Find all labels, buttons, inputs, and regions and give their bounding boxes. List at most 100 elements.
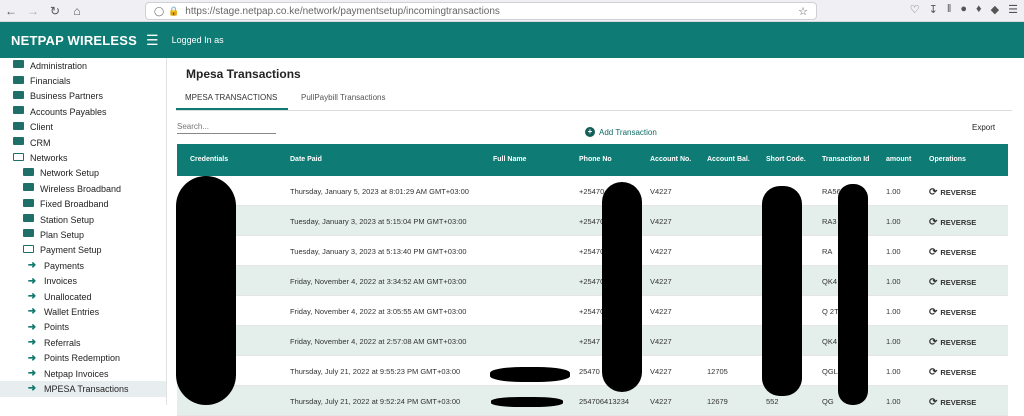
sync-icon: ⟳ xyxy=(929,307,938,318)
reverse-button[interactable]: ⟳ REVERSE xyxy=(929,187,976,198)
sidebar-item-fixed-broadband[interactable]: Fixed Broadband xyxy=(0,197,166,212)
column-header[interactable]: Operations xyxy=(929,156,966,163)
sidebar-item-network-setup[interactable]: Network Setup xyxy=(0,166,166,181)
back-icon[interactable]: ← xyxy=(0,4,22,18)
download-icon[interactable]: ↧ xyxy=(929,3,938,16)
sidebar-item-station-setup[interactable]: Station Setup xyxy=(0,212,166,227)
sidebar-item-payment-setup[interactable]: Payment Setup xyxy=(0,243,166,258)
sidebar-item-plan-setup[interactable]: Plan Setup xyxy=(0,227,166,242)
cell-date: Friday, November 4, 2022 at 3:05:55 AM G… xyxy=(290,307,467,316)
arrow-right-icon: ➜ xyxy=(27,321,37,333)
redaction-mark xyxy=(491,397,563,407)
table-row[interactable]: GEFriday, November 4, 2022 at 2:57:08 AM… xyxy=(177,326,1008,356)
column-header[interactable]: Account Bal. xyxy=(707,156,750,163)
sidebar-item-wireless-broadband[interactable]: Wireless Broadband xyxy=(0,181,166,196)
column-header[interactable]: Phone No xyxy=(579,156,612,163)
reverse-label: REVERSE xyxy=(940,338,977,347)
redaction-mark xyxy=(602,182,642,392)
sidebar-item-points[interactable]: ➜ Points xyxy=(0,320,166,335)
app-header: NETPAP WIRELESS ☰ Logged In as xyxy=(0,22,1024,58)
redaction-mark xyxy=(838,184,868,405)
home-icon[interactable]: ⌂ xyxy=(66,4,88,18)
reverse-button[interactable]: ⟳ REVERSE xyxy=(929,397,976,408)
cell-amount: 1.00 xyxy=(886,217,901,226)
table-row[interactable]: Friday, November 4, 2022 at 3:34:52 AM G… xyxy=(177,266,1008,296)
export-button[interactable]: Export xyxy=(972,123,995,132)
column-header[interactable]: Full Name xyxy=(493,156,526,163)
library-icon[interactable]: ‖ xyxy=(947,3,952,16)
hamburger-menu-icon[interactable]: ☰ xyxy=(146,32,159,49)
address-bar[interactable]: ◯ 🔒 https://stage.netpap.co.ke/network/p… xyxy=(145,2,817,20)
sidebar: Administration Financials Business Partner… xyxy=(0,58,167,405)
folder-icon xyxy=(22,183,34,194)
add-transaction-button[interactable]: + Add Transaction xyxy=(585,127,657,137)
cell-bal: 12705 xyxy=(707,367,728,376)
tab-pullpaybill-transactions[interactable]: PullPaybill Transactions xyxy=(301,93,385,102)
column-header[interactable]: Account No. xyxy=(650,156,691,163)
sidebar-item-payments[interactable]: ➜ Payments xyxy=(0,258,166,273)
table-row[interactable]: GETuesday, January 3, 2023 at 5:15:04 PM… xyxy=(177,206,1008,236)
tab-mpesa-transactions[interactable]: MPESA TRANSACTIONS xyxy=(185,93,277,102)
bookmark-star-icon[interactable]: ☆ xyxy=(798,5,808,18)
sidebar-item-accounts-payables[interactable]: Accounts Payables xyxy=(0,104,166,119)
column-header[interactable]: Date Paid xyxy=(290,156,322,163)
sidebar-item-label: Station Setup xyxy=(40,214,95,225)
main-content: Mpesa Transactions MPESA TRANSACTIONS Pu… xyxy=(168,58,1024,416)
table-row[interactable]: Thursday, July 21, 2022 at 9:52:24 PM GM… xyxy=(177,386,1008,416)
sidebar-item-label: Business Partners xyxy=(30,91,104,102)
cell-amount: 1.00 xyxy=(886,277,901,286)
column-header[interactable]: Credentials xyxy=(190,156,228,163)
reload-icon[interactable]: ↻ xyxy=(44,4,66,18)
redaction-mark xyxy=(762,186,802,396)
add-transaction-label: Add Transaction xyxy=(599,127,657,137)
cell-acct: V4227 xyxy=(650,367,672,376)
cell-date: Thursday, January 5, 2023 at 8:01:29 AM … xyxy=(290,187,469,196)
search-input[interactable] xyxy=(177,120,276,134)
cell-txn: RA3 xyxy=(822,217,837,226)
folder-icon xyxy=(22,229,34,240)
reverse-button[interactable]: ⟳ REVERSE xyxy=(929,367,976,378)
reverse-button[interactable]: ⟳ REVERSE xyxy=(929,307,976,318)
menu-icon[interactable]: ☰ xyxy=(1008,3,1018,16)
sidebar-item-referrals[interactable]: ➜ Referrals xyxy=(0,335,166,350)
reverse-button[interactable]: ⟳ REVERSE xyxy=(929,277,976,288)
sidebar-item-client[interactable]: Client xyxy=(0,120,166,135)
reverse-label: REVERSE xyxy=(940,188,977,197)
cell-acct: V4227 xyxy=(650,307,672,316)
folder-icon xyxy=(12,137,24,148)
table-row[interactable]: Thursday, January 5, 2023 at 8:01:29 AM … xyxy=(177,176,1008,206)
extension-icon[interactable]: ◆ xyxy=(991,3,999,16)
reverse-label: REVERSE xyxy=(940,368,977,377)
sidebar-item-unallocated[interactable]: ➜ Unallocated xyxy=(0,289,166,304)
sync-icon: ⟳ xyxy=(929,367,938,378)
reverse-label: REVERSE xyxy=(940,398,977,407)
table-row[interactable]: ETuesday, January 3, 2023 at 5:13:40 PM … xyxy=(177,236,1008,266)
arrow-right-icon: ➜ xyxy=(27,383,37,395)
table-row[interactable]: TAGEFriday, November 4, 2022 at 3:05:55 … xyxy=(177,296,1008,326)
sidebar-item-points-redemption[interactable]: ➜ Points Redemption xyxy=(0,350,166,365)
sidebar-item-netpap-invoices[interactable]: ➜ Netpap Invoices xyxy=(0,366,166,381)
column-header[interactable]: Short Code. xyxy=(766,156,806,163)
sidebar-item-administration[interactable]: Administration xyxy=(0,58,166,73)
sidebar-item-financials[interactable]: Financials xyxy=(0,73,166,88)
redaction-mark xyxy=(490,367,570,382)
extensions-icon[interactable]: ♦ xyxy=(976,3,982,16)
sidebar-item-label: Wallet Entries xyxy=(44,306,100,317)
table-row[interactable]: Thursday, July 21, 2022 at 9:55:23 PM GM… xyxy=(177,356,1008,386)
pocket-icon[interactable]: ♡ xyxy=(910,3,920,16)
reverse-button[interactable]: ⟳ REVERSE xyxy=(929,247,976,258)
forward-icon[interactable]: → xyxy=(22,4,44,18)
column-header[interactable]: amount xyxy=(886,156,911,163)
sidebar-item-invoices[interactable]: ➜ Invoices xyxy=(0,273,166,288)
sidebar-item-crm[interactable]: CRM xyxy=(0,135,166,150)
column-header[interactable]: Transaction Id xyxy=(822,156,869,163)
sidebar-item-networks[interactable]: Networks xyxy=(0,150,166,165)
sidebar-item-wallet-entries[interactable]: ➜ Wallet Entries xyxy=(0,304,166,319)
folder-icon xyxy=(12,90,24,102)
account-icon[interactable]: ● xyxy=(960,3,967,16)
reverse-button[interactable]: ⟳ REVERSE xyxy=(929,217,976,228)
reverse-button[interactable]: ⟳ REVERSE xyxy=(929,337,976,348)
sidebar-item-business-partners[interactable]: Business Partners xyxy=(0,89,166,104)
sidebar-item-mpesa-transactions[interactable]: ➜ MPESA Transactions xyxy=(0,381,166,397)
brand-name: NETPAP WIRELESS xyxy=(11,32,138,48)
